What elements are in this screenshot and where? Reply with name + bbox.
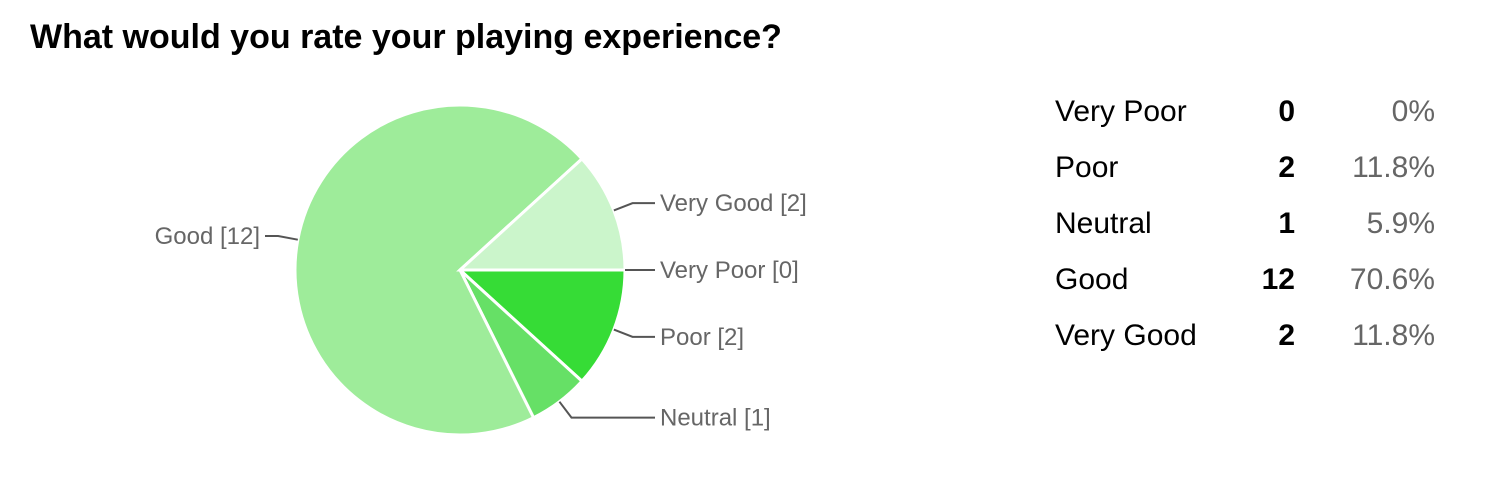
slice-label-very-poor: Very Poor [0]: [660, 257, 799, 284]
row-count: 12: [1261, 263, 1295, 296]
row-count: 1: [1278, 207, 1295, 240]
summary-table: Very Poor 0 0% Poor 2 11.8% Neutral 1 5.…: [1055, 84, 1435, 364]
pie-slices: [293, 103, 627, 437]
row-label: Very Poor: [1055, 95, 1187, 128]
summary-row: Neutral 1 5.9%: [1055, 196, 1435, 252]
row-label: Poor: [1055, 151, 1119, 184]
row-percent: 70.6%: [1349, 263, 1435, 296]
slice-label-good: Good [12]: [155, 223, 260, 250]
summary-row: Very Good 2 11.8%: [1055, 308, 1435, 364]
chart-title: What would you rate your playing experie…: [30, 18, 782, 56]
row-count: 0: [1278, 95, 1295, 128]
leader-line-good: [265, 235, 298, 241]
leader-line-very-good: [613, 202, 655, 212]
slice-label-very-good: Very Good [2]: [660, 190, 807, 217]
row-label: Very Good: [1055, 319, 1197, 352]
row-count: 2: [1278, 151, 1295, 184]
summary-row: Poor 2 11.8%: [1055, 140, 1435, 196]
pie-chart: Very Poor [0] Poor [2] Neutral [1] Good [12…: [155, 103, 807, 437]
row-percent: 0%: [1391, 95, 1435, 128]
row-percent: 11.8%: [1352, 319, 1435, 352]
leader-line-neutral: [558, 401, 655, 419]
row-percent: 11.8%: [1352, 151, 1435, 184]
leader-line-poor: [613, 328, 655, 338]
slice-label-poor: Poor [2]: [660, 324, 744, 351]
row-label: Good: [1055, 263, 1129, 296]
row-label: Neutral: [1055, 207, 1152, 240]
summary-row: Good 12 70.6%: [1055, 252, 1435, 308]
row-percent: 5.9%: [1366, 207, 1435, 240]
row-count: 2: [1278, 319, 1295, 352]
slice-label-neutral: Neutral [1]: [660, 405, 771, 432]
summary-row: Very Poor 0 0%: [1055, 84, 1435, 140]
